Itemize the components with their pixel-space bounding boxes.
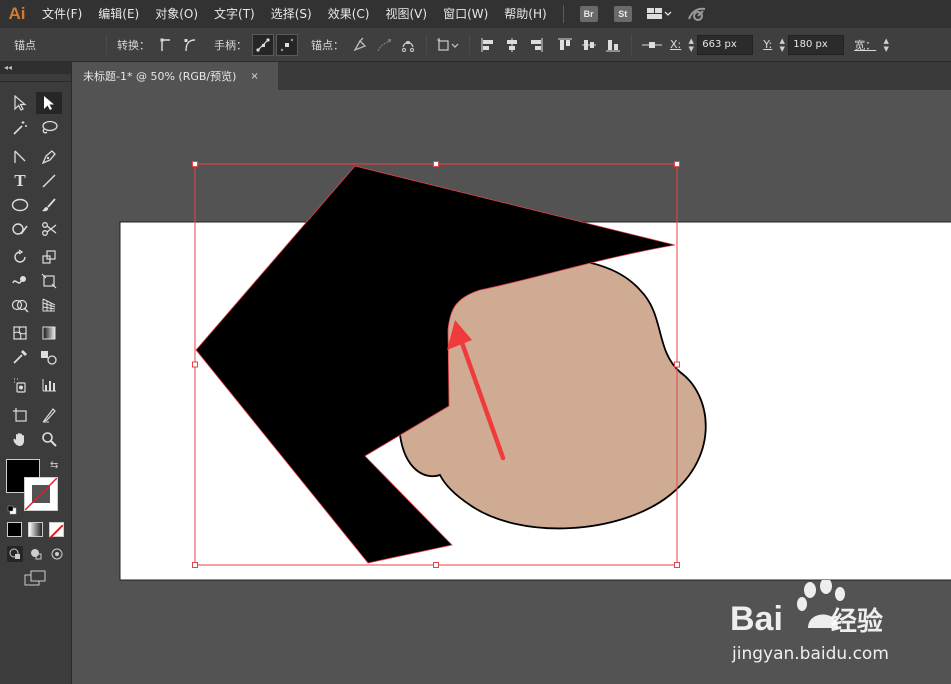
scale-tool-icon[interactable]: [36, 246, 62, 268]
convert-to-corner-icon[interactable]: [155, 34, 177, 56]
document-title: 未标题-1* @ 50% (RGB/预览): [83, 70, 237, 83]
gradient-mode-icon[interactable]: [28, 522, 43, 537]
type-tool-icon[interactable]: T: [7, 170, 33, 192]
illustrator-window: Ai 文件(F) 编辑(E) 对象(O) 文字(T) 选择(S) 效果(C) 视…: [0, 0, 951, 684]
x-label: X:: [670, 38, 682, 51]
draw-inside-icon[interactable]: [49, 546, 65, 562]
workspace-layout-icon[interactable]: [646, 7, 672, 21]
bridge-button[interactable]: Br: [579, 6, 598, 22]
default-colors-icon[interactable]: [7, 500, 17, 515]
eyedropper-tool-icon[interactable]: [7, 346, 33, 368]
divider: [631, 34, 632, 55]
align-horizontal-center-icon[interactable]: [501, 34, 523, 56]
document-tab-bar: 未标题-1* @ 50% (RGB/预览) ×: [73, 62, 951, 90]
isolate-object-icon[interactable]: [434, 34, 462, 56]
stroke-swatch[interactable]: [24, 477, 58, 511]
divider: [469, 34, 470, 55]
selection-tool-icon[interactable]: [7, 92, 33, 114]
scissors-tool-icon[interactable]: [36, 218, 62, 240]
hide-handles-icon[interactable]: [276, 33, 298, 56]
divider: [106, 34, 107, 55]
convert-to-smooth-icon[interactable]: [179, 34, 201, 56]
tools-panel: ◂◂ T ⇆: [0, 62, 72, 684]
connect-endpoints-icon[interactable]: [373, 34, 395, 56]
slice-tool-icon[interactable]: [36, 404, 62, 426]
close-tab-icon[interactable]: ×: [250, 71, 258, 82]
shaper-tool-icon[interactable]: [7, 218, 33, 240]
show-handles-icon[interactable]: [252, 33, 274, 56]
menu-effect[interactable]: 效果(C): [320, 0, 378, 28]
align-left-icon[interactable]: [477, 34, 499, 56]
menu-type[interactable]: 文字(T): [206, 0, 263, 28]
paintbrush-tool-icon[interactable]: [36, 194, 62, 216]
direct-selection-tool-icon[interactable]: [36, 92, 62, 114]
cut-path-at-anchor-icon[interactable]: [397, 34, 419, 56]
screen-mode-icon[interactable]: [24, 570, 48, 588]
handles-label: 手柄：: [214, 38, 247, 52]
draw-behind-icon[interactable]: [28, 546, 44, 562]
remove-anchor-icon[interactable]: [349, 34, 371, 56]
line-tool-icon[interactable]: [36, 170, 62, 192]
reference-point-icon[interactable]: [639, 34, 665, 56]
free-transform-tool-icon[interactable]: [36, 270, 62, 292]
stock-button[interactable]: St: [613, 6, 632, 22]
width-label: 宽：: [854, 38, 877, 52]
artboard-tool-icon[interactable]: [7, 404, 33, 426]
line-segment-tool-icon[interactable]: [7, 146, 33, 168]
gradient-tool-icon[interactable]: [36, 322, 62, 344]
lasso-tool-icon[interactable]: [36, 117, 62, 139]
baidu-jingyan-watermark: Bai 经验 jingyan.baidu.com: [730, 580, 945, 680]
align-vertical-center-icon[interactable]: [578, 34, 600, 56]
selection-type-label: 锚点: [14, 38, 36, 52]
x-stepper-icon[interactable]: ▲ ▼: [685, 35, 697, 55]
draw-normal-icon[interactable]: [7, 546, 23, 562]
none-mode-icon[interactable]: [49, 522, 64, 539]
menu-object[interactable]: 对象(O): [147, 0, 206, 28]
align-top-icon[interactable]: [554, 34, 576, 56]
watermark-brand: Bai 经验: [730, 600, 883, 638]
document-tab[interactable]: 未标题-1* @ 50% (RGB/预览) ×: [73, 62, 278, 90]
pen-tool-icon[interactable]: [36, 146, 62, 168]
warp-tool-icon[interactable]: [7, 270, 33, 292]
menu-select[interactable]: 选择(S): [263, 0, 320, 28]
magic-wand-tool-icon[interactable]: [7, 117, 33, 139]
width-stepper-icon[interactable]: ▲ ▼: [880, 35, 892, 55]
menu-help[interactable]: 帮助(H): [496, 0, 554, 28]
blend-tool-icon[interactable]: [36, 346, 62, 368]
hand-tool-icon[interactable]: [7, 428, 33, 450]
menu-view[interactable]: 视图(V): [377, 0, 435, 28]
mesh-tool-icon[interactable]: [7, 322, 33, 344]
divider: [426, 34, 427, 55]
symbol-sprayer-tool-icon[interactable]: [7, 374, 33, 396]
menu-window[interactable]: 窗口(W): [435, 0, 496, 28]
menu-bar: Ai 文件(F) 编辑(E) 对象(O) 文字(T) 选择(S) 效果(C) 视…: [0, 0, 951, 28]
gpu-performance-icon[interactable]: [686, 5, 708, 23]
align-bottom-icon[interactable]: [602, 34, 624, 56]
watermark-url: jingyan.baidu.com: [732, 644, 889, 664]
panel-collapse-icon[interactable]: ◂◂: [0, 62, 71, 74]
control-bar: 锚点 转换： 手柄： 锚点： X: ▲ ▼ 663 px Y: ▲ ▼ 180 …: [0, 28, 951, 62]
align-right-icon[interactable]: [525, 34, 547, 56]
column-graph-tool-icon[interactable]: [36, 374, 62, 396]
menu-divider: [562, 5, 564, 23]
y-stepper-icon[interactable]: ▲ ▼: [776, 35, 788, 55]
ellipse-tool-icon[interactable]: [7, 194, 33, 216]
y-label: Y:: [763, 38, 773, 51]
panel-grip[interactable]: [0, 74, 71, 82]
x-coordinate-field[interactable]: 663 px: [697, 34, 754, 55]
convert-label: 转换：: [117, 38, 150, 52]
anchors-label: 锚点：: [311, 38, 344, 52]
color-mode-icon[interactable]: [7, 522, 22, 537]
menu-edit[interactable]: 编辑(E): [90, 0, 147, 28]
y-coordinate-field[interactable]: 180 px: [788, 34, 845, 55]
swap-fill-stroke-icon[interactable]: ⇆: [50, 460, 58, 471]
rotate-tool-icon[interactable]: [7, 246, 33, 268]
zoom-tool-icon[interactable]: [36, 428, 62, 450]
app-logo: Ai: [8, 4, 26, 23]
perspective-grid-tool-icon[interactable]: [36, 294, 62, 316]
shape-builder-tool-icon[interactable]: [7, 294, 33, 316]
canvas-area[interactable]: Bai 经验 jingyan.baidu.com: [73, 90, 951, 684]
menu-file[interactable]: 文件(F): [34, 0, 90, 28]
